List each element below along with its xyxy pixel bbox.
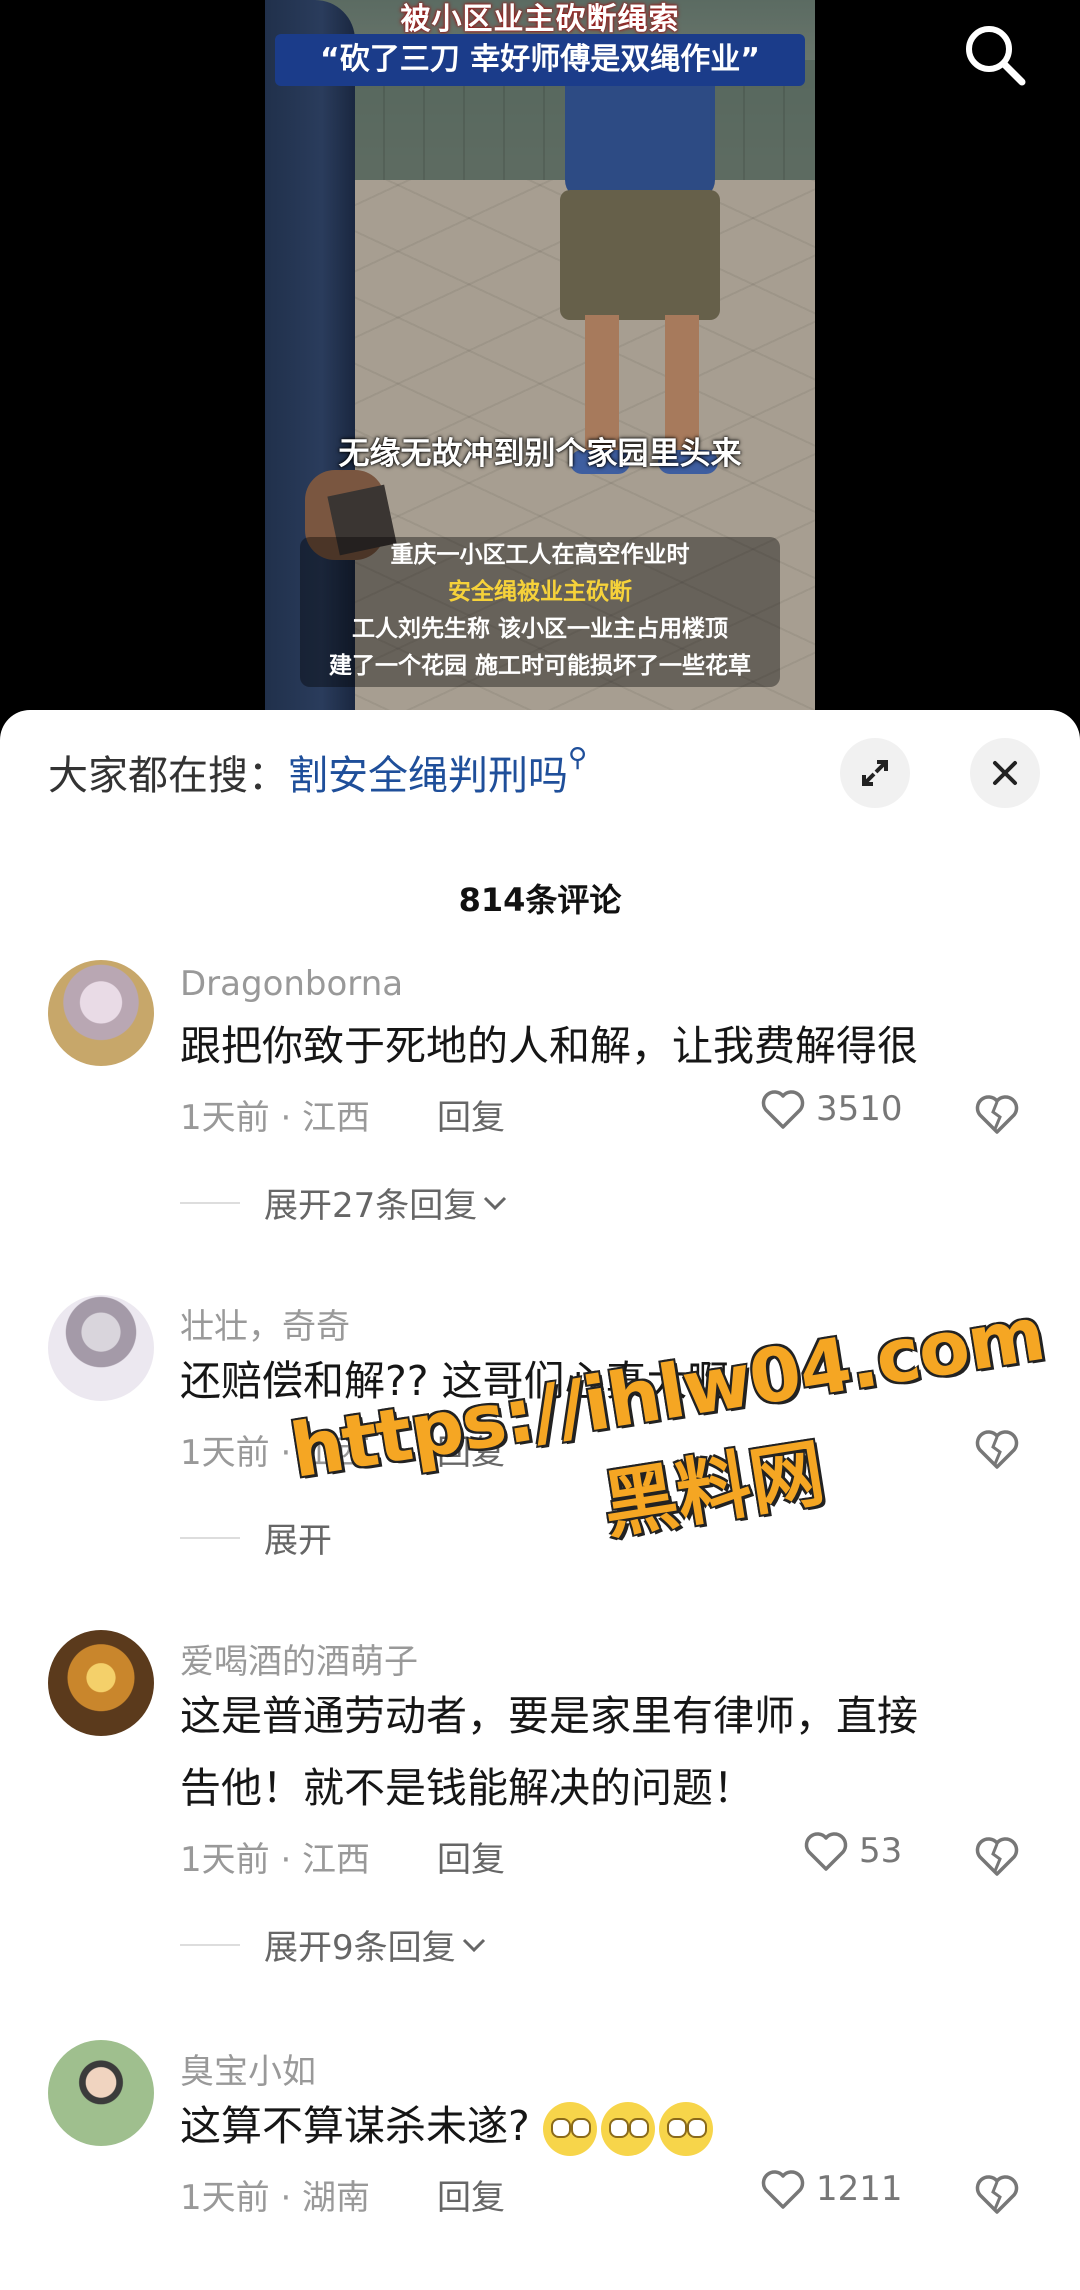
- comment-author[interactable]: 臭宝小如: [180, 2044, 316, 2093]
- reply-button[interactable]: 回复: [437, 2170, 505, 2219]
- expand-icon[interactable]: [840, 738, 910, 808]
- comment-meta: 1天前 · 江西: [180, 1840, 371, 1880]
- comment-author[interactable]: 爱喝酒的酒萌子: [180, 1634, 418, 1683]
- expand-replies-label: 展开27条回复: [264, 1186, 478, 1226]
- comment-text: 这算不算谋杀未遂?: [180, 2090, 1010, 2162]
- video-caption-line: 建了一个花园 施工时可能损坏了一些花草: [328, 653, 751, 679]
- comment-meta: 1天前 · 湖南: [180, 2178, 371, 2218]
- video-headline-banner: “砍了三刀 幸好师傅是双绳作业”: [275, 34, 805, 86]
- broken-heart-icon[interactable]: [975, 1093, 1019, 1137]
- video-caption-line: 工人刘先生称 该小区一业主占用楼顶: [351, 616, 728, 642]
- reply-button[interactable]: 回复: [437, 1090, 505, 1139]
- video-headline-top: 被小区业主砍断绳索: [400, 2, 680, 37]
- dizzy-face-emoji-icon: [542, 2102, 597, 2156]
- like-button[interactable]: 3510: [760, 1088, 903, 1130]
- search-small-icon: ⚲: [568, 743, 588, 773]
- like-button[interactable]: 1211: [760, 2168, 903, 2210]
- chevron-down-icon: [484, 1196, 507, 1210]
- heart-icon: [804, 1832, 848, 1871]
- video-frame: 被小区业主砍断绳索 “砍了三刀 幸好师傅是双绳作业” 无缘无故冲到别个家园里头来…: [265, 0, 815, 720]
- video-caption-line-highlight: 安全绳被业主砍断: [448, 579, 632, 605]
- like-count: 53: [859, 1831, 903, 1871]
- trending-query-link[interactable]: 割安全绳判刑吗: [288, 753, 568, 799]
- comment-count: 814条评论: [458, 881, 622, 919]
- divider-line: [180, 1943, 240, 1946]
- expand-replies-label: 展开9条回复: [264, 1928, 456, 1968]
- comment-author[interactable]: Dragonborna: [180, 964, 403, 1004]
- video-caption-line: 重庆一小区工人在高空作业时: [390, 542, 690, 568]
- divider-line: [180, 1201, 240, 1204]
- comment-author[interactable]: 壮壮，奇奇: [180, 1299, 350, 1348]
- comment-text-content: 这算不算谋杀未遂?: [180, 2102, 530, 2150]
- video-caption: 无缘无故冲到别个家园里头来: [338, 436, 742, 472]
- expand-replies[interactable]: 展开9条回复: [180, 1920, 492, 1969]
- like-button[interactable]: 53: [803, 1830, 902, 1872]
- avatar[interactable]: [48, 960, 154, 1066]
- broken-heart-icon[interactable]: [975, 1835, 1019, 1879]
- comment-text: 这是普通劳动者，要是家里有律师，直接 告他！就不是钱能解决的问题！: [180, 1680, 1010, 1824]
- chevron-down-icon: [462, 1938, 485, 1952]
- like-count: 1211: [816, 2169, 903, 2209]
- close-icon[interactable]: [970, 738, 1040, 808]
- reply-button[interactable]: 回复: [437, 1832, 505, 1881]
- comment-meta: 1天前 · 江西: [180, 1098, 371, 1138]
- expand-replies[interactable]: 展开27条回复: [180, 1178, 513, 1227]
- heart-icon: [761, 1090, 805, 1129]
- comment-text-line: 这是普通劳动者，要是家里有律师，直接: [180, 1692, 918, 1740]
- heart-icon: [761, 2170, 805, 2209]
- dizzy-face-emoji-icon: [600, 2102, 655, 2156]
- comment-text-line: 告他！就不是钱能解决的问题！: [180, 1764, 754, 1812]
- video-caption-box: 重庆一小区工人在高空作业时 安全绳被业主砍断 工人刘先生称 该小区一业主占用楼顶…: [300, 537, 780, 687]
- search-icon[interactable]: [960, 20, 1030, 90]
- dizzy-face-emoji-icon: [658, 2102, 713, 2156]
- avatar[interactable]: [48, 1295, 154, 1401]
- trending-prefix: 大家都在搜：: [48, 753, 288, 799]
- video-player[interactable]: 被小区业主砍断绳索 “砍了三刀 幸好师傅是双绳作业” 无缘无故冲到别个家园里头来…: [0, 0, 1080, 720]
- video-person-shorts: [560, 190, 720, 320]
- avatar[interactable]: [48, 2040, 154, 2146]
- avatar[interactable]: [48, 1630, 154, 1736]
- broken-heart-icon[interactable]: [975, 2173, 1019, 2217]
- trending-search[interactable]: 大家都在搜：割安全绳判刑吗⚲: [48, 743, 587, 801]
- divider-line: [180, 1536, 240, 1539]
- video-person-shirt: [565, 80, 715, 200]
- like-count: 3510: [816, 1089, 903, 1129]
- comment-text: 跟把你致于死地的人和解，让我费解得很: [180, 1022, 918, 1070]
